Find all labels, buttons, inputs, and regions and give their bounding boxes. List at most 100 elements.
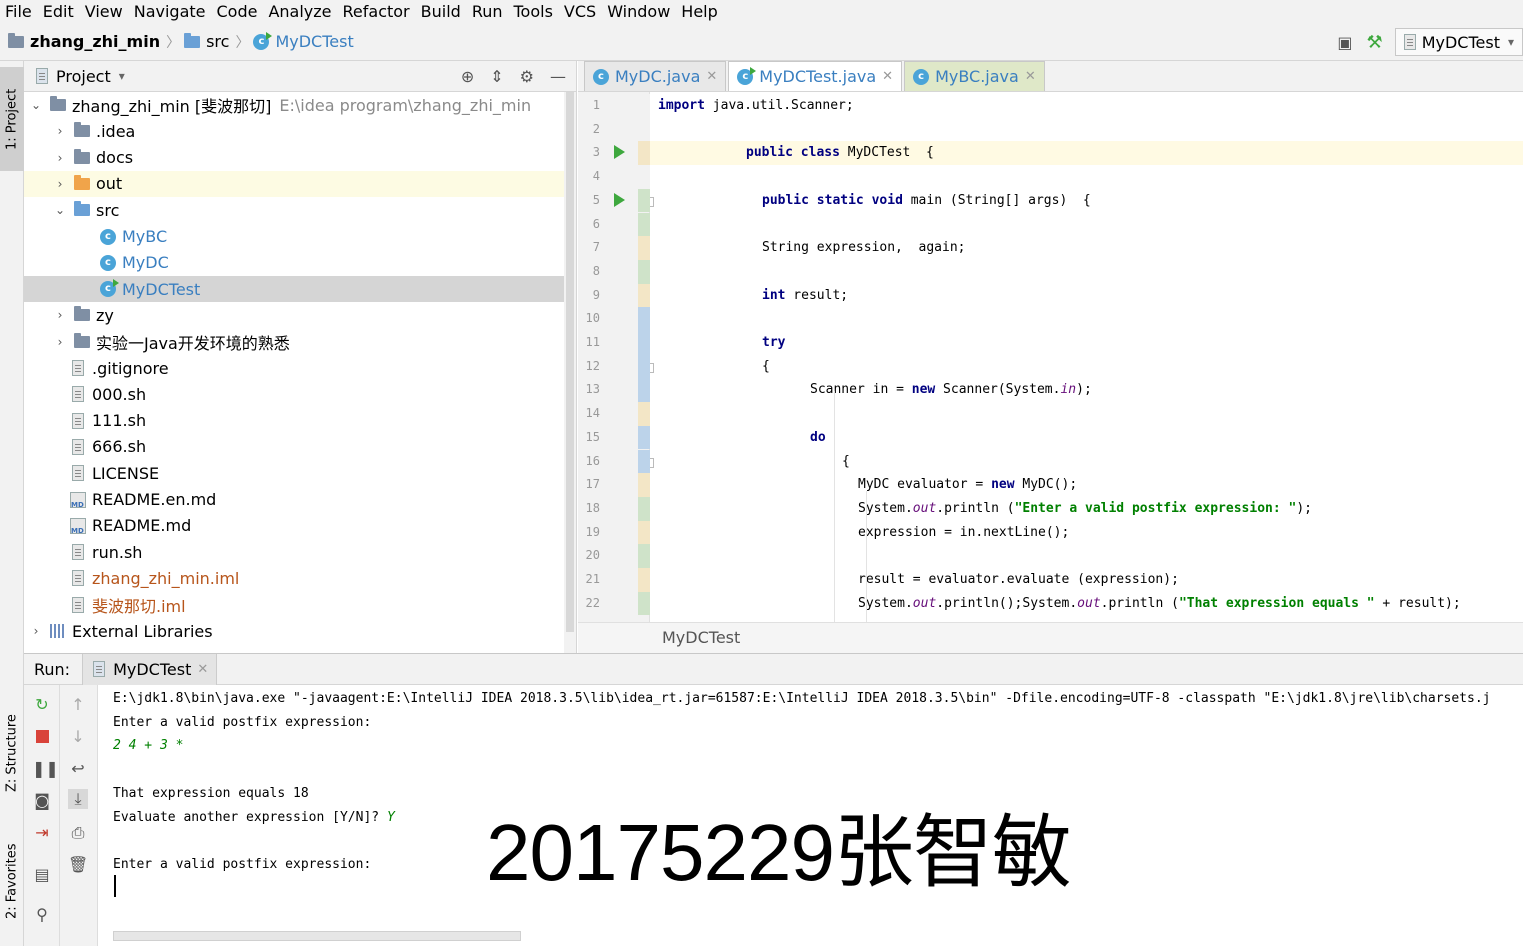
code-area[interactable]: import java.util.Scanner; public class My…	[650, 92, 1523, 622]
soft-wrap-icon[interactable]: ↩	[68, 759, 88, 779]
tool-tab-favorites[interactable]: 2: Favorites	[0, 831, 24, 931]
tab-mybc-java[interactable]: c MyBC.java ✕	[904, 61, 1045, 91]
tree-row[interactable]: 666.sh	[24, 434, 564, 460]
code-line: Scanner in = new Scanner(System.in);	[810, 382, 1092, 398]
tree-row[interactable]: 111.sh	[24, 408, 564, 434]
exit-icon[interactable]: ⇥	[32, 823, 52, 843]
menu-view[interactable]: View	[80, 1, 129, 23]
tree-item-label: .idea	[96, 121, 136, 141]
tab-label: MyDCTest.java	[759, 67, 877, 86]
chevron-right-icon[interactable]: ›	[52, 177, 68, 191]
chevron-down-icon[interactable]: ⌄	[28, 98, 44, 112]
minimize-icon[interactable]: —	[550, 67, 566, 86]
trash-icon[interactable]: 🗑	[68, 855, 88, 875]
tab-mydc-java[interactable]: c MyDC.java ✕	[584, 61, 727, 91]
rerun-icon[interactable]: ↻	[32, 695, 52, 715]
markdown-file-icon: MD	[70, 517, 86, 535]
tree-row[interactable]: c MyDCTest	[24, 276, 564, 303]
gear-icon[interactable]: ⚙	[520, 67, 534, 86]
run-config-label: MyDCTest	[1421, 32, 1500, 52]
tree-row[interactable]: c MyDC	[24, 250, 564, 276]
tool-tab-project[interactable]: 1: Project	[0, 67, 24, 171]
project-folder-icon	[8, 32, 24, 48]
chevron-right-icon[interactable]: ›	[52, 151, 68, 165]
pause-icon[interactable]: ❚❚	[32, 759, 59, 779]
tree-row[interactable]: 斐波那切.iml	[24, 592, 564, 618]
breadcrumb-file[interactable]: MyDCTest	[275, 32, 353, 51]
run-tab-mydctest[interactable]: MyDCTest ✕	[82, 653, 218, 685]
arrow-down-icon[interactable]: ↓	[68, 727, 88, 747]
menu-vcs[interactable]: VCS	[559, 1, 602, 23]
menu-window[interactable]: Window	[602, 1, 676, 23]
arrow-up-icon[interactable]: ↑	[68, 695, 88, 715]
console-line: E:\jdk1.8\bin\java.exe "-javaagent:E:\In…	[113, 689, 1491, 709]
class-icon: c	[253, 31, 273, 50]
close-icon[interactable]: ✕	[706, 69, 717, 84]
console-horizontal-scrollbar[interactable]	[113, 931, 521, 941]
change-marker	[638, 425, 650, 450]
print-icon[interactable]: ⎙	[68, 823, 88, 843]
tree-row[interactable]: › out	[24, 170, 564, 197]
tree-row[interactable]: MD README.en.md	[24, 487, 564, 513]
menu-navigate[interactable]: Navigate	[129, 1, 212, 23]
breadcrumb-project[interactable]: zhang_zhi_min	[30, 32, 160, 51]
chevron-down-icon[interactable]: ▾	[119, 69, 125, 83]
tree-row[interactable]: 000.sh	[24, 381, 564, 407]
menu-run[interactable]: Run	[467, 1, 509, 23]
tree-row[interactable]: MD README.md	[24, 513, 564, 539]
locate-icon[interactable]: ⊕	[461, 67, 474, 86]
menu-code[interactable]: Code	[212, 1, 264, 23]
tree-row[interactable]: .gitignore	[24, 355, 564, 381]
menu-help[interactable]: Help	[676, 1, 723, 23]
tree-row[interactable]: ⌄ src	[24, 197, 564, 223]
menu-edit[interactable]: Edit	[38, 1, 80, 23]
tree-row-root[interactable]: ⌄ zhang_zhi_min [斐波那切] E:\idea program\zha…	[24, 92, 564, 118]
layout-icon[interactable]: ▣	[1337, 33, 1352, 52]
pin-icon[interactable]: ⚲	[32, 905, 52, 925]
run-gutter-icon[interactable]	[614, 145, 625, 160]
menu-file[interactable]: File	[0, 1, 38, 23]
collapse-all-icon[interactable]: ⇕	[490, 67, 503, 86]
tree-row[interactable]: › 实验一Java开发环境的熟悉	[24, 329, 564, 355]
chevron-right-icon[interactable]: ›	[52, 308, 68, 322]
tree-row[interactable]: LICENSE	[24, 460, 564, 486]
tree-row[interactable]: › docs	[24, 145, 564, 171]
menu-refactor[interactable]: Refactor	[338, 1, 416, 23]
tree-row[interactable]: › .idea	[24, 118, 564, 144]
run-gutter-icon[interactable]	[614, 192, 625, 207]
line-number: 4	[592, 169, 600, 184]
breadcrumb-folder[interactable]: src	[206, 32, 229, 51]
change-marker	[638, 496, 650, 521]
tree-item-label: MyDC	[122, 253, 169, 273]
tree-row[interactable]: › zy	[24, 302, 564, 328]
close-icon[interactable]: ✕	[1025, 69, 1036, 84]
run-configuration-select[interactable]: MyDCTest ▾	[1394, 28, 1523, 56]
tree-row[interactable]: c MyBC	[24, 224, 564, 250]
stop-icon[interactable]	[32, 727, 52, 747]
tree-row[interactable]: › External Libraries	[24, 618, 564, 644]
editor-footer-label[interactable]: MyDCTest	[662, 628, 740, 647]
close-icon[interactable]: ✕	[882, 69, 893, 84]
chevron-down-icon[interactable]: ⌄	[52, 203, 68, 217]
tab-mydctest-java[interactable]: c MyDCTest.java ✕	[728, 61, 903, 91]
menu-analyze[interactable]: Analyze	[263, 1, 337, 23]
project-view-title[interactable]: Project	[56, 67, 111, 86]
tree-row[interactable]: zhang_zhi_min.iml	[24, 565, 564, 591]
camera-icon[interactable]: ◙	[32, 791, 52, 811]
tab-label: MyDC.java	[615, 67, 701, 86]
tree-row[interactable]: run.sh	[24, 539, 564, 565]
close-icon[interactable]: ✕	[197, 662, 208, 677]
layout-icon[interactable]: ▤	[32, 865, 52, 885]
menu-tools[interactable]: Tools	[509, 1, 559, 23]
chevron-right-icon[interactable]: ›	[28, 624, 44, 638]
chevron-right-icon[interactable]: ›	[52, 124, 68, 138]
code-line: expression = in.nextLine();	[858, 524, 1070, 540]
tool-tab-structure[interactable]: Z: Structure	[0, 701, 24, 805]
folder-icon	[74, 174, 90, 190]
build-hammer-icon[interactable]: ⚒	[1367, 32, 1383, 53]
menu-build[interactable]: Build	[416, 1, 467, 23]
scroll-to-end-icon[interactable]: ⤓	[68, 789, 88, 809]
project-scrollbar[interactable]	[564, 92, 576, 653]
chevron-right-icon[interactable]: ›	[52, 335, 68, 349]
scrollbar-thumb[interactable]	[566, 92, 574, 632]
